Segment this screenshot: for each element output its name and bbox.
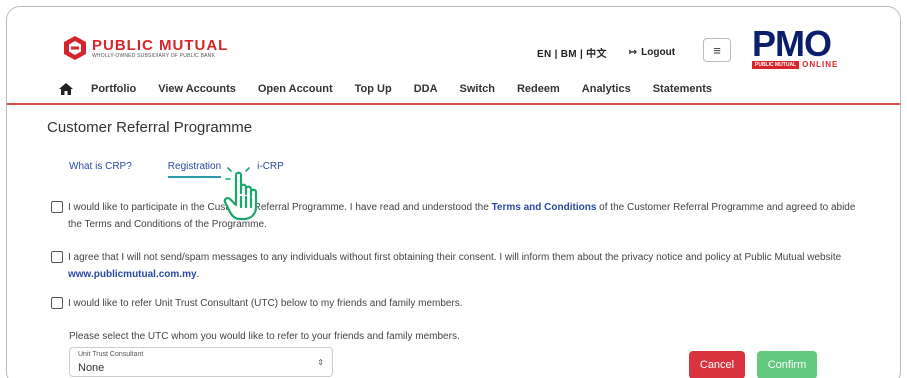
logout-label: Logout xyxy=(641,47,676,58)
page-title: Customer Referral Programme xyxy=(47,119,253,136)
brand-tagline: WHOLLY-OWNED SUBSIDIARY OF PUBLIC BANK xyxy=(92,52,215,59)
consent-text: I agree that I will not send/spam messag… xyxy=(68,249,871,283)
home-icon[interactable] xyxy=(59,83,73,95)
chevron-up-down-icon: ⇕ xyxy=(317,358,324,367)
pmo-bar-label: PUBLIC MUTUAL xyxy=(752,61,800,69)
nav-item-view-accounts[interactable]: View Accounts xyxy=(158,83,236,95)
consent-text-after: . xyxy=(196,269,200,280)
nav-item-redeem[interactable]: Redeem xyxy=(517,83,560,95)
tab-registration[interactable]: Registration xyxy=(167,161,222,178)
terms-text: I would like to participate in the Custo… xyxy=(68,199,871,233)
public-mutual-logo-icon xyxy=(64,36,86,60)
language-switch[interactable]: EN | BM | 中文 xyxy=(537,45,607,60)
website-link[interactable]: www.publicmutual.com.my xyxy=(68,269,197,280)
consent-text-before: I agree that I will not send/spam messag… xyxy=(68,252,842,263)
logo-text: PUBLIC MUTUAL WHOLLY-OWNED SUBSIDIARY OF… xyxy=(92,38,228,59)
cancel-button[interactable]: Cancel xyxy=(689,351,745,378)
crp-tabs: What is CRP? Registration i-CRP xyxy=(69,161,320,178)
pmo-logo: PMO PUBLIC MUTUAL ONLINE xyxy=(752,23,864,69)
hand-pointer-icon xyxy=(223,167,258,221)
hamburger-menu-button[interactable]: ≡ xyxy=(703,38,731,62)
consent-checkbox[interactable] xyxy=(51,251,63,263)
agreement-row-terms: I would like to participate in the Custo… xyxy=(51,199,871,233)
pmo-logo-bar: PUBLIC MUTUAL ONLINE xyxy=(752,61,864,69)
terms-link[interactable]: Terms and Conditions xyxy=(492,202,597,213)
logout-link[interactable]: ↦ Logout xyxy=(629,47,675,58)
nav-item-switch[interactable]: Switch xyxy=(460,83,495,95)
terms-checkbox[interactable] xyxy=(51,201,63,213)
terms-text-before: I would like to participate in the Custo… xyxy=(68,202,492,213)
nav-item-dda[interactable]: DDA xyxy=(414,83,438,95)
main-nav: Portfolio View Accounts Open Account Top… xyxy=(59,83,734,95)
nav-item-analytics[interactable]: Analytics xyxy=(582,83,631,95)
hamburger-menu-icon: ≡ xyxy=(713,42,721,58)
nav-item-portfolio[interactable]: Portfolio xyxy=(91,83,136,95)
utc-select-value: None xyxy=(78,362,105,374)
tab-what-is-crp[interactable]: What is CRP? xyxy=(69,161,132,178)
refer-utc-text: I would like to refer Unit Trust Consult… xyxy=(68,298,463,309)
pmo-logo-text: PMO xyxy=(752,23,832,64)
header: PUBLIC MUTUAL WHOLLY-OWNED SUBSIDIARY OF… xyxy=(7,7,900,105)
top-links: EN | BM | 中文 ↦ Logout xyxy=(537,45,675,60)
app-window: PUBLIC MUTUAL WHOLLY-OWNED SUBSIDIARY OF… xyxy=(6,6,901,378)
nav-item-open-account[interactable]: Open Account xyxy=(258,83,333,95)
utc-select-label: Unit Trust Consultant xyxy=(78,351,144,358)
nav-item-statements[interactable]: Statements xyxy=(653,83,712,95)
utc-select[interactable]: Unit Trust Consultant None ⇕ xyxy=(69,347,333,377)
confirm-button[interactable]: Confirm xyxy=(757,351,817,378)
logout-icon: ↦ xyxy=(628,47,638,58)
brand-name: PUBLIC MUTUAL xyxy=(92,36,229,54)
nav-item-top-up[interactable]: Top Up xyxy=(355,83,392,95)
agreement-row-refer-utc: I would like to refer Unit Trust Consult… xyxy=(51,295,871,312)
agreement-row-consent: I agree that I will not send/spam messag… xyxy=(51,249,871,283)
refer-utc-checkbox[interactable] xyxy=(51,297,63,309)
utc-select-prompt: Please select the UTC whom you would lik… xyxy=(69,331,460,342)
pmo-bar-online: ONLINE xyxy=(802,60,839,69)
public-mutual-logo[interactable]: PUBLIC MUTUAL WHOLLY-OWNED SUBSIDIARY OF… xyxy=(62,35,228,61)
